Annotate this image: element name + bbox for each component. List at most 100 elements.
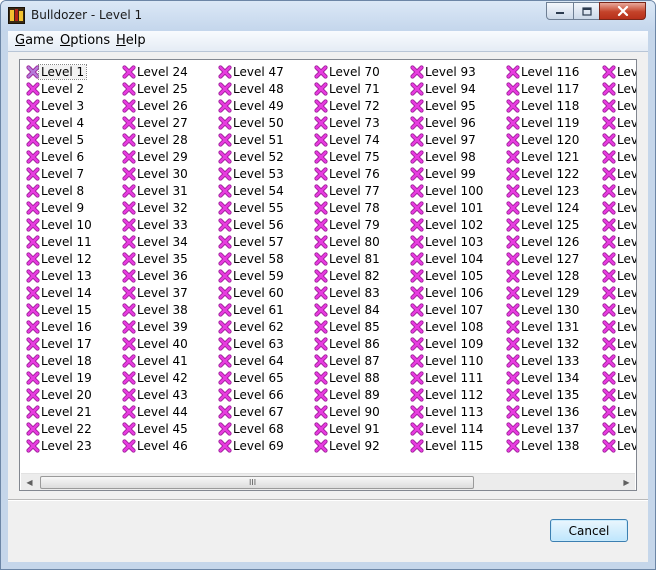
level-item[interactable]: Level 107 [407, 302, 497, 319]
level-item[interactable]: Level 33 [119, 217, 209, 234]
level-item[interactable]: Level 82 [311, 268, 401, 285]
level-item[interactable]: Level 90 [311, 404, 401, 421]
level-item[interactable]: Level 106 [407, 285, 497, 302]
level-item[interactable]: Leve [599, 234, 636, 251]
level-item[interactable]: Level 15 [23, 302, 113, 319]
level-item[interactable]: Level 134 [503, 370, 593, 387]
level-item[interactable]: Level 37 [119, 285, 209, 302]
level-item[interactable]: Level 4 [23, 115, 113, 132]
level-item[interactable]: Level 72 [311, 98, 401, 115]
level-item[interactable]: Level 105 [407, 268, 497, 285]
level-item[interactable]: Leve [599, 98, 636, 115]
level-item[interactable]: Level 40 [119, 336, 209, 353]
level-item[interactable]: Level 75 [311, 149, 401, 166]
level-item[interactable]: Level 119 [503, 115, 593, 132]
level-item[interactable]: Level 23 [23, 438, 113, 455]
level-item[interactable]: Level 36 [119, 268, 209, 285]
level-item[interactable]: Level 8 [23, 183, 113, 200]
menu-game[interactable]: Game [15, 33, 54, 48]
level-item[interactable]: Level 100 [407, 183, 497, 200]
level-item[interactable]: Level 130 [503, 302, 593, 319]
level-item[interactable]: Level 133 [503, 353, 593, 370]
level-item[interactable]: Level 69 [215, 438, 305, 455]
level-item[interactable]: Level 10 [23, 217, 113, 234]
level-item[interactable]: Leve [599, 132, 636, 149]
level-item[interactable]: Level 87 [311, 353, 401, 370]
level-item[interactable]: Level 20 [23, 387, 113, 404]
level-item[interactable]: Level 115 [407, 438, 497, 455]
level-item[interactable]: Level 42 [119, 370, 209, 387]
level-item[interactable]: Level 13 [23, 268, 113, 285]
level-item[interactable]: Level 126 [503, 234, 593, 251]
level-item[interactable]: Level 60 [215, 285, 305, 302]
level-item[interactable]: Level 45 [119, 421, 209, 438]
level-item[interactable]: Level 48 [215, 81, 305, 98]
level-item[interactable]: Level 52 [215, 149, 305, 166]
level-item[interactable]: Level 43 [119, 387, 209, 404]
level-item[interactable]: Level 31 [119, 183, 209, 200]
level-item[interactable]: Level 98 [407, 149, 497, 166]
minimize-button[interactable] [546, 2, 574, 20]
scroll-right-button[interactable]: ▶ [618, 474, 635, 490]
level-item[interactable]: Level 86 [311, 336, 401, 353]
level-item[interactable]: Level 14 [23, 285, 113, 302]
level-item[interactable]: Level 80 [311, 234, 401, 251]
level-item[interactable]: Leve [599, 438, 636, 455]
close-button[interactable] [599, 2, 646, 20]
level-item[interactable]: Level 124 [503, 200, 593, 217]
level-item[interactable]: Level 55 [215, 200, 305, 217]
level-item[interactable]: Level 26 [119, 98, 209, 115]
level-item[interactable]: Level 51 [215, 132, 305, 149]
level-item[interactable]: Level 103 [407, 234, 497, 251]
level-item[interactable]: Level 92 [311, 438, 401, 455]
level-list[interactable]: Level 1 Level 2 Level 3 Level 4 Level 5 Level… [19, 59, 637, 491]
level-item[interactable]: Level 99 [407, 166, 497, 183]
level-item[interactable]: Leve [599, 421, 636, 438]
level-item[interactable]: Level 35 [119, 251, 209, 268]
level-item[interactable]: Level 41 [119, 353, 209, 370]
level-item[interactable]: Level 112 [407, 387, 497, 404]
level-item[interactable]: Level 123 [503, 183, 593, 200]
level-item[interactable]: Level 54 [215, 183, 305, 200]
level-item[interactable]: Level 50 [215, 115, 305, 132]
level-item[interactable]: Level 111 [407, 370, 497, 387]
level-item[interactable]: Level 129 [503, 285, 593, 302]
level-item[interactable]: Level 1 [23, 64, 113, 81]
level-item[interactable]: Level 53 [215, 166, 305, 183]
level-item[interactable]: Level 138 [503, 438, 593, 455]
level-item[interactable]: Level 57 [215, 234, 305, 251]
level-item[interactable]: Level 77 [311, 183, 401, 200]
level-item[interactable]: Level 5 [23, 132, 113, 149]
level-item[interactable]: Level 97 [407, 132, 497, 149]
level-item[interactable]: Level 89 [311, 387, 401, 404]
level-item[interactable]: Level 122 [503, 166, 593, 183]
level-item[interactable]: Level 113 [407, 404, 497, 421]
horizontal-scrollbar[interactable]: ◀ III ▶ [21, 473, 635, 490]
level-item[interactable]: Level 83 [311, 285, 401, 302]
level-item[interactable]: Level 38 [119, 302, 209, 319]
level-item[interactable]: Level 6 [23, 149, 113, 166]
level-item[interactable]: Level 131 [503, 319, 593, 336]
level-item[interactable]: Leve [599, 81, 636, 98]
level-item[interactable]: Level 120 [503, 132, 593, 149]
level-item[interactable]: Level 17 [23, 336, 113, 353]
level-item[interactable]: Level 65 [215, 370, 305, 387]
cancel-button[interactable]: Cancel [550, 519, 628, 542]
level-item[interactable]: Leve [599, 200, 636, 217]
menu-options[interactable]: Options [60, 33, 110, 48]
level-item[interactable]: Leve [599, 370, 636, 387]
level-item[interactable]: Leve [599, 183, 636, 200]
level-item[interactable]: Level 66 [215, 387, 305, 404]
level-item[interactable]: Level 73 [311, 115, 401, 132]
level-item[interactable]: Level 30 [119, 166, 209, 183]
level-item[interactable]: Level 58 [215, 251, 305, 268]
level-item[interactable]: Leve [599, 319, 636, 336]
level-item[interactable]: Level 47 [215, 64, 305, 81]
level-item[interactable]: Level 64 [215, 353, 305, 370]
level-item[interactable]: Level 121 [503, 149, 593, 166]
level-item[interactable]: Leve [599, 302, 636, 319]
level-item[interactable]: Level 96 [407, 115, 497, 132]
level-item[interactable]: Level 95 [407, 98, 497, 115]
level-item[interactable]: Leve [599, 387, 636, 404]
level-item[interactable]: Level 49 [215, 98, 305, 115]
